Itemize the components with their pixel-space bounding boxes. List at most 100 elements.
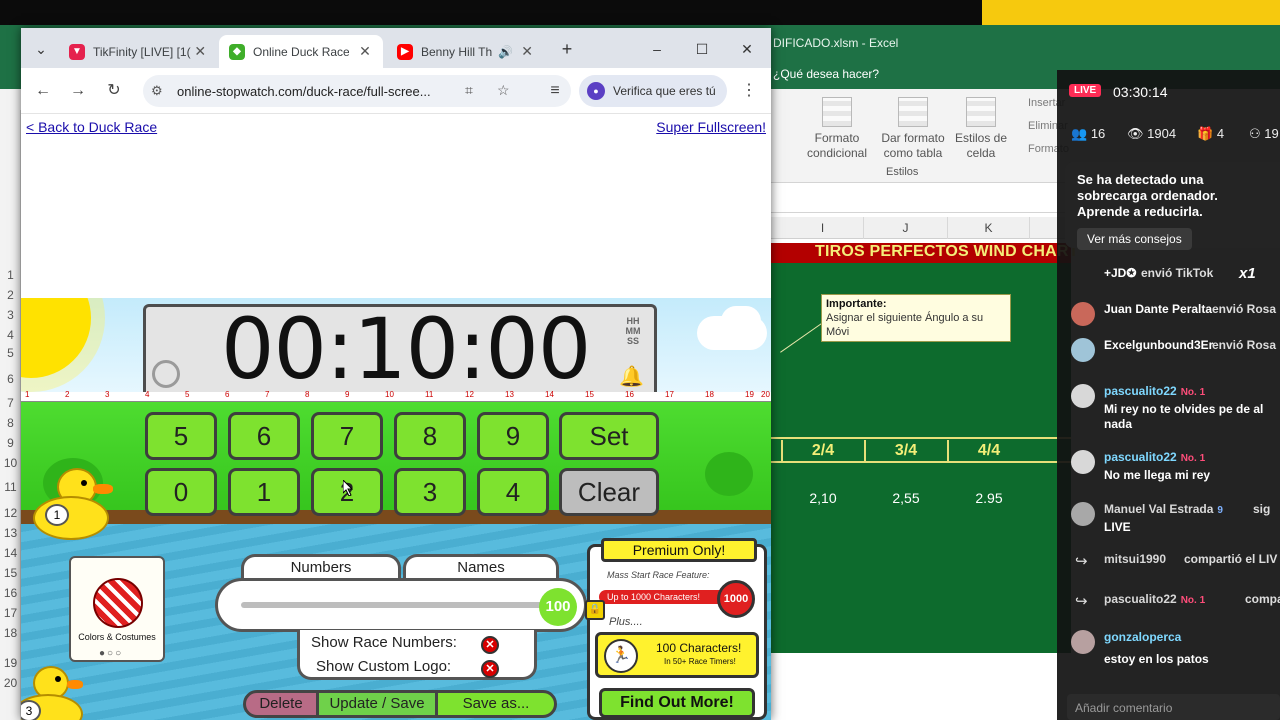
row-number[interactable]: 20: [0, 676, 21, 690]
key-6[interactable]: 6: [228, 412, 300, 460]
column-header-k[interactable]: K: [948, 217, 1030, 239]
chat-user[interactable]: Juan Dante Peralta: [1104, 302, 1212, 316]
verify-identity-chip[interactable]: ● Verifica que eres tú: [579, 75, 727, 107]
set-button[interactable]: Set: [559, 412, 659, 460]
media-control-button[interactable]: ≡: [543, 80, 567, 102]
maximize-button[interactable]: ☐: [688, 38, 716, 60]
show-custom-logo-toggle[interactable]: ✕: [481, 660, 499, 678]
row-number[interactable]: 18: [0, 626, 21, 640]
row-number[interactable]: 5: [0, 346, 21, 360]
key-4[interactable]: 4: [477, 468, 549, 516]
key-5[interactable]: 5: [145, 412, 217, 460]
value-cell[interactable]: 2,10: [782, 490, 864, 506]
avatar[interactable]: [1071, 338, 1095, 362]
clear-button[interactable]: Clear: [559, 468, 659, 516]
row-number[interactable]: 7: [0, 396, 21, 410]
avatar[interactable]: [1071, 384, 1095, 408]
key-9[interactable]: 9: [477, 412, 549, 460]
super-fullscreen-link[interactable]: Super Fullscreen!: [656, 119, 766, 135]
row-number[interactable]: 11: [0, 480, 21, 494]
value-cell[interactable]: 2.95: [948, 490, 1030, 506]
tab-benny-hill[interactable]: ▶ Benny Hill Th 🔊 ✕: [387, 35, 545, 68]
key-3[interactable]: 3: [394, 468, 466, 516]
row-number[interactable]: 13: [0, 526, 21, 540]
row-number[interactable]: 4: [0, 328, 21, 342]
alarm-clock-icon[interactable]: [152, 360, 180, 388]
row-number[interactable]: 6: [0, 372, 21, 386]
chat-user[interactable]: gonzaloperca: [1104, 630, 1181, 644]
close-window-button[interactable]: ✕: [733, 38, 761, 60]
row-number[interactable]: 16: [0, 586, 21, 600]
tab-tikfinity[interactable]: ▼ TikFinity [LIVE] [1( ✕: [59, 35, 217, 68]
row-number[interactable]: 19: [0, 656, 21, 670]
fraction-cell[interactable]: 2/4: [781, 440, 863, 462]
tab-search-button[interactable]: ⌄: [27, 38, 55, 60]
reload-button[interactable]: ↻: [102, 80, 126, 102]
row-number[interactable]: 3: [0, 308, 21, 322]
row-number[interactable]: 14: [0, 546, 21, 560]
tab-numbers[interactable]: Numbers: [241, 554, 401, 580]
row-number[interactable]: 17: [0, 606, 21, 620]
back-button[interactable]: ←: [31, 80, 55, 102]
minimize-button[interactable]: –: [643, 38, 671, 60]
conditional-format-button[interactable]: Formato condicional: [806, 97, 868, 161]
chat-user[interactable]: mitsui1990: [1104, 552, 1166, 566]
bell-icon[interactable]: 🔔: [619, 364, 644, 389]
column-header-j[interactable]: J: [864, 217, 948, 239]
chat-user[interactable]: pascualito22 No. 1: [1104, 592, 1205, 606]
tab-online-duck-race[interactable]: ◆ Online Duck Race ✕: [219, 35, 383, 68]
row-number[interactable]: 10: [0, 456, 21, 470]
chat-user[interactable]: Manuel Val Estrada 9: [1104, 502, 1223, 516]
avatar[interactable]: [1071, 502, 1095, 526]
row-number[interactable]: 12: [0, 506, 21, 520]
chat-user[interactable]: +JD✪: [1104, 266, 1136, 280]
back-to-duck-race-link[interactable]: < Back to Duck Race: [26, 119, 157, 135]
costume-selector[interactable]: Colors & Costumes ●○○: [69, 556, 165, 662]
duck-3[interactable]: 3: [21, 666, 113, 720]
racer-count-slider[interactable]: [241, 602, 551, 608]
address-bar[interactable]: ⚙ online-stopwatch.com/duck-race/full-sc…: [143, 75, 571, 107]
fraction-cell[interactable]: 3/4: [864, 440, 946, 462]
chat-user[interactable]: Excelgunbound3Er: [1104, 338, 1213, 352]
find-out-more-button[interactable]: Find Out More!: [599, 688, 755, 718]
avatar[interactable]: [1071, 302, 1095, 326]
star-icon[interactable]: ☆: [497, 82, 510, 99]
key-7[interactable]: 7: [311, 412, 383, 460]
new-tab-button[interactable]: +: [553, 38, 581, 60]
format-as-table-button[interactable]: Dar formato como tabla: [876, 97, 950, 161]
more-tips-button[interactable]: Ver más consejos: [1077, 228, 1192, 250]
close-icon[interactable]: ✕: [519, 43, 535, 60]
save-as-button[interactable]: Save as...: [435, 690, 557, 718]
row-number[interactable]: 2: [0, 288, 21, 302]
chat-user[interactable]: pascualito22 No. 1: [1104, 384, 1205, 398]
tab-names[interactable]: Names: [403, 554, 559, 580]
racer-count-knob[interactable]: 100: [539, 588, 577, 626]
forward-button[interactable]: →: [66, 80, 90, 102]
key-0[interactable]: 0: [145, 468, 217, 516]
show-race-numbers-toggle[interactable]: ✕: [481, 636, 499, 654]
row-number[interactable]: 8: [0, 416, 21, 430]
audio-playing-icon[interactable]: 🔊: [498, 45, 513, 59]
fraction-cell[interactable]: 4/4: [947, 440, 1029, 462]
duck-1[interactable]: 1: [31, 468, 121, 548]
key-8[interactable]: 8: [394, 412, 466, 460]
key-1[interactable]: 1: [228, 468, 300, 516]
row-number[interactable]: 15: [0, 566, 21, 580]
comment-input[interactable]: Añadir comentario: [1067, 694, 1280, 720]
carousel-dots[interactable]: ●○○: [99, 648, 123, 659]
value-cell[interactable]: 2,55: [865, 490, 947, 506]
browser-menu-button[interactable]: ⋮: [737, 80, 761, 102]
delete-button[interactable]: Delete: [243, 690, 319, 718]
avatar[interactable]: [1071, 450, 1095, 474]
row-number[interactable]: 1: [0, 268, 21, 282]
row-number[interactable]: 9: [0, 436, 21, 450]
chat-user[interactable]: pascualito22 No. 1: [1104, 450, 1205, 464]
site-info-icon[interactable]: ⚙: [151, 83, 163, 99]
translate-icon[interactable]: ⌗: [465, 82, 473, 99]
update-save-button[interactable]: Update / Save: [316, 690, 438, 718]
column-header-i[interactable]: I: [782, 217, 864, 239]
cell-styles-button[interactable]: Estilos de celda: [952, 97, 1010, 161]
avatar[interactable]: [1071, 630, 1095, 654]
close-icon[interactable]: ✕: [193, 43, 207, 60]
close-icon[interactable]: ✕: [357, 43, 373, 60]
